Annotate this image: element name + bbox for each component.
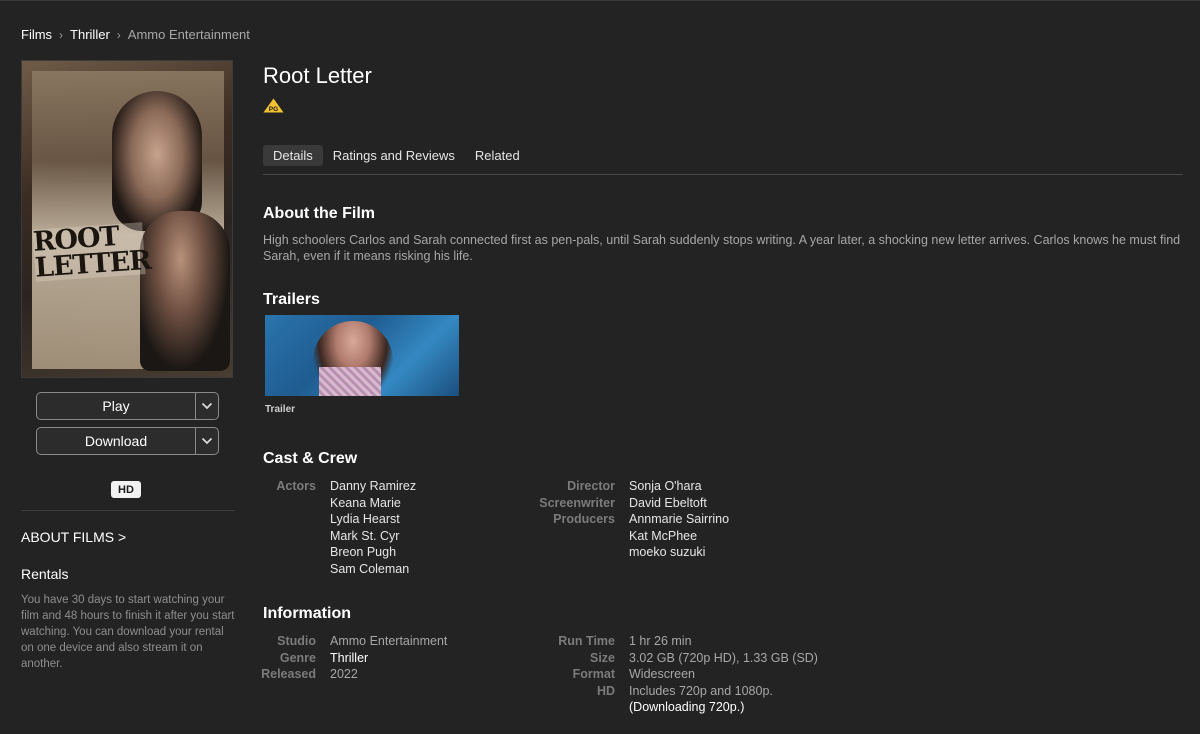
producer-name[interactable]: moeko suzuki bbox=[629, 544, 729, 561]
info-values-left: Ammo Entertainment Thriller 2022 bbox=[330, 633, 447, 683]
film-details: Root Letter PG Details Ratings and Revie… bbox=[261, 60, 1183, 714]
poster-figure-woman bbox=[112, 91, 202, 231]
crew-list: Sonja O'hara David Ebeltoft Annmarie Sai… bbox=[629, 478, 729, 561]
studio-label: Studio bbox=[277, 634, 316, 648]
screenwriter-label: Screenwriter bbox=[539, 495, 615, 510]
genre-label: Genre bbox=[279, 650, 316, 665]
hd-badge: HD bbox=[111, 481, 141, 498]
tab-ratings-and-reviews[interactable]: Ratings and Reviews bbox=[323, 145, 465, 166]
about-films-link[interactable]: ABOUT FILMS > bbox=[21, 529, 235, 545]
chevron-right-icon: › bbox=[59, 27, 64, 42]
rentals-description: You have 30 days to start watching your … bbox=[21, 594, 235, 670]
director-label: Director bbox=[567, 479, 615, 493]
chevron-down-icon bbox=[201, 402, 213, 410]
breadcrumb: Films › Thriller › Ammo Entertainment bbox=[21, 27, 250, 42]
top-divider bbox=[0, 0, 1200, 1]
itunes-film-page: Films › Thriller › Ammo Entertainment RO… bbox=[0, 0, 1200, 734]
studio-value: Ammo Entertainment bbox=[330, 634, 448, 648]
film-poster: ROOT LETTER bbox=[21, 60, 233, 378]
actors-list: Danny Ramirez Keana Marie Lydia Hearst M… bbox=[330, 478, 416, 577]
info-values-right: 1 hr 26 min 3.02 GB (720p HD), 1.33 GB (… bbox=[629, 633, 818, 716]
about-section: About the Film High schoolers Carlos and… bbox=[263, 205, 1183, 264]
page-title: Root Letter bbox=[263, 63, 372, 88]
size-value: 3.02 GB (720p HD), 1.33 GB (SD) bbox=[629, 650, 818, 665]
poster-figure-man bbox=[140, 211, 230, 371]
released-label: Released bbox=[261, 667, 316, 681]
runtime-value: 1 hr 26 min bbox=[629, 634, 692, 648]
trailer-label: Trailer bbox=[265, 404, 296, 415]
actor-name[interactable]: Mark St. Cyr bbox=[330, 528, 416, 545]
left-sidebar: ROOT LETTER Play Download HD ABOUT FILMS… bbox=[21, 60, 235, 672]
poster-title-art: ROOT LETTER bbox=[32, 220, 152, 284]
actor-name[interactable]: Breon Pugh bbox=[330, 544, 416, 561]
breadcrumb-thriller[interactable]: Thriller bbox=[70, 27, 110, 42]
pg-rating-icon: PG bbox=[263, 98, 284, 113]
sidebar-divider bbox=[21, 510, 235, 511]
chevron-right-icon: › bbox=[116, 27, 121, 42]
trailer-thumbnail[interactable] bbox=[265, 315, 459, 396]
tab-details[interactable]: Details bbox=[263, 145, 323, 166]
download-options-button[interactable] bbox=[195, 427, 219, 455]
producer-name[interactable]: Annmarie Sairrino bbox=[629, 511, 729, 528]
actor-name[interactable]: Lydia Hearst bbox=[330, 511, 416, 528]
format-label: Format bbox=[572, 667, 615, 681]
producer-name[interactable]: Kat McPhee bbox=[629, 528, 729, 545]
hd-value: Includes 720p and 1080p. bbox=[629, 683, 773, 698]
rentals-title: Rentals bbox=[21, 566, 69, 582]
trailers-section: Trailers Trailer bbox=[263, 291, 459, 415]
download-button[interactable]: Download bbox=[36, 427, 195, 455]
cast-crew-title: Cast & Crew bbox=[263, 450, 358, 467]
detail-tabs: Details Ratings and Reviews Related bbox=[263, 145, 1183, 175]
runtime-label: Run Time bbox=[558, 634, 615, 648]
breadcrumb-current: Ammo Entertainment bbox=[127, 27, 250, 42]
download-button-group: Download bbox=[36, 427, 219, 455]
play-options-button[interactable] bbox=[195, 392, 219, 420]
information-section: Information Studio Genre Released Ammo E… bbox=[261, 605, 1183, 714]
pg-rating-text: PG bbox=[269, 106, 278, 113]
hd-downloading-value: (Downloading 720p.) bbox=[629, 700, 745, 714]
film-description: High schoolers Carlos and Sarah connecte… bbox=[263, 233, 1181, 263]
play-button[interactable]: Play bbox=[36, 392, 195, 420]
chevron-down-icon bbox=[201, 437, 213, 445]
genre-value[interactable]: Thriller bbox=[330, 650, 447, 667]
size-label: Size bbox=[589, 650, 615, 665]
trailer-thumbnail-dress bbox=[319, 367, 381, 396]
trailers-title: Trailers bbox=[263, 291, 320, 308]
format-value: Widescreen bbox=[629, 667, 695, 681]
breadcrumb-films[interactable]: Films bbox=[21, 27, 52, 42]
director-name[interactable]: Sonja O'hara bbox=[629, 478, 729, 495]
actor-name[interactable]: Danny Ramirez bbox=[330, 478, 416, 495]
information-title: Information bbox=[263, 605, 351, 622]
tab-related[interactable]: Related bbox=[465, 145, 530, 166]
cast-crew-section: Cast & Crew Actors Danny Ramirez Keana M… bbox=[263, 450, 1183, 576]
producers-label: Producers bbox=[553, 512, 615, 526]
released-value: 2022 bbox=[330, 667, 358, 681]
play-button-group: Play bbox=[36, 392, 219, 420]
about-title: About the Film bbox=[263, 205, 375, 222]
actors-label: Actors bbox=[276, 479, 316, 493]
actor-name[interactable]: Keana Marie bbox=[330, 495, 416, 512]
screenwriter-name[interactable]: David Ebeltoft bbox=[629, 495, 729, 512]
hd-label: HD bbox=[596, 683, 615, 698]
actor-name[interactable]: Sam Coleman bbox=[330, 561, 416, 578]
